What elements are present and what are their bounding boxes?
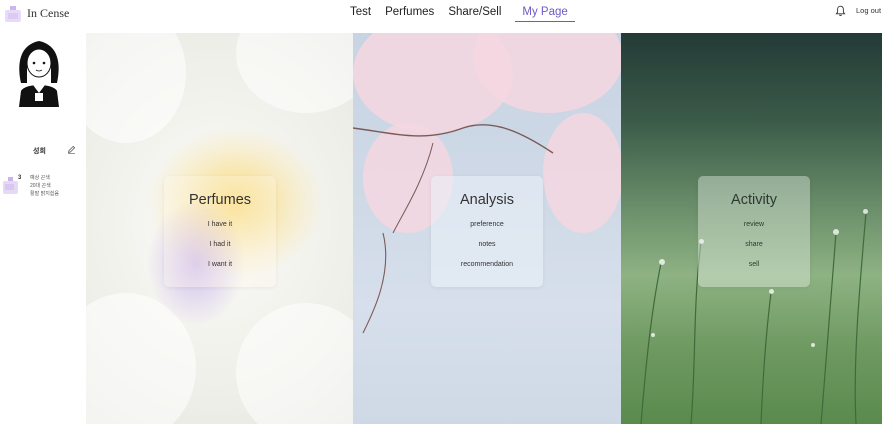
activity-panel[interactable]: Activity review share sell bbox=[621, 33, 882, 424]
card-title: Analysis bbox=[460, 192, 514, 208]
card-title: Perfumes bbox=[188, 192, 252, 208]
avatar[interactable] bbox=[11, 35, 67, 107]
link-notes[interactable]: notes bbox=[431, 241, 543, 248]
flower-petal bbox=[86, 293, 196, 424]
nav-item-perfumes[interactable]: Perfumes bbox=[385, 4, 434, 21]
link-i-had-it[interactable]: I had it bbox=[164, 241, 276, 248]
flower-petal bbox=[236, 33, 353, 113]
stats-count: 3 bbox=[18, 175, 22, 181]
main-nav: Test Perfumes Share/Sell My Page bbox=[350, 4, 589, 22]
user-name: 성희 bbox=[33, 148, 46, 155]
flower-dot bbox=[811, 343, 815, 347]
flower-dot bbox=[769, 289, 774, 294]
nav-item-my-page[interactable]: My Page bbox=[515, 4, 575, 22]
logo[interactable]: In Cense bbox=[0, 1, 69, 25]
perfume-bottle-icon bbox=[3, 177, 18, 194]
flower-dot bbox=[833, 229, 839, 235]
pencil-icon[interactable] bbox=[67, 145, 76, 154]
card-title: Activity bbox=[731, 192, 777, 208]
bell-icon[interactable] bbox=[835, 5, 846, 17]
stats-line: 활발 밝지쉽음 bbox=[30, 191, 59, 197]
link-i-want-it[interactable]: I want it bbox=[164, 261, 276, 268]
link-preference[interactable]: preference bbox=[431, 221, 543, 228]
stats-line: 예상 곤색 bbox=[30, 175, 50, 181]
perfumes-card[interactable]: Perfumes I have it I had it I want it bbox=[164, 176, 276, 287]
analysis-card[interactable]: Analysis preference notes recommendation bbox=[431, 176, 543, 287]
flower-dot bbox=[863, 209, 868, 214]
link-share[interactable]: share bbox=[698, 241, 810, 248]
flower-petal bbox=[86, 33, 186, 143]
logo-text: In Cense bbox=[27, 5, 70, 20]
link-review[interactable]: review bbox=[698, 221, 810, 228]
perfumes-panel[interactable]: Perfumes I have it I had it I want it bbox=[86, 33, 353, 424]
user-stats: 3 예상 곤색 20대 곤색 활발 밝지쉽음 bbox=[2, 174, 82, 200]
logo-icon bbox=[5, 6, 21, 22]
analysis-panel[interactable]: Analysis preference notes recommendation bbox=[353, 33, 621, 424]
activity-card[interactable]: Activity review share sell bbox=[698, 176, 810, 287]
logout-button[interactable]: Log out bbox=[856, 6, 881, 15]
link-recommendation[interactable]: recommendation bbox=[431, 261, 543, 268]
stats-line: 20대 곤색 bbox=[30, 183, 51, 189]
sidebar: 성희 3 예상 곤색 20대 곤색 활발 밝지쉽음 bbox=[0, 33, 86, 424]
flower-petal bbox=[236, 303, 353, 424]
top-bar: In Cense Test Perfumes Share/Sell My Pag… bbox=[0, 0, 882, 33]
flower-dot bbox=[651, 333, 655, 337]
flower-dot bbox=[659, 259, 665, 265]
nav-item-test[interactable]: Test bbox=[350, 4, 371, 21]
link-i-have-it[interactable]: I have it bbox=[164, 221, 276, 228]
nav-item-share-sell[interactable]: Share/Sell bbox=[448, 4, 501, 21]
link-sell[interactable]: sell bbox=[698, 261, 810, 268]
